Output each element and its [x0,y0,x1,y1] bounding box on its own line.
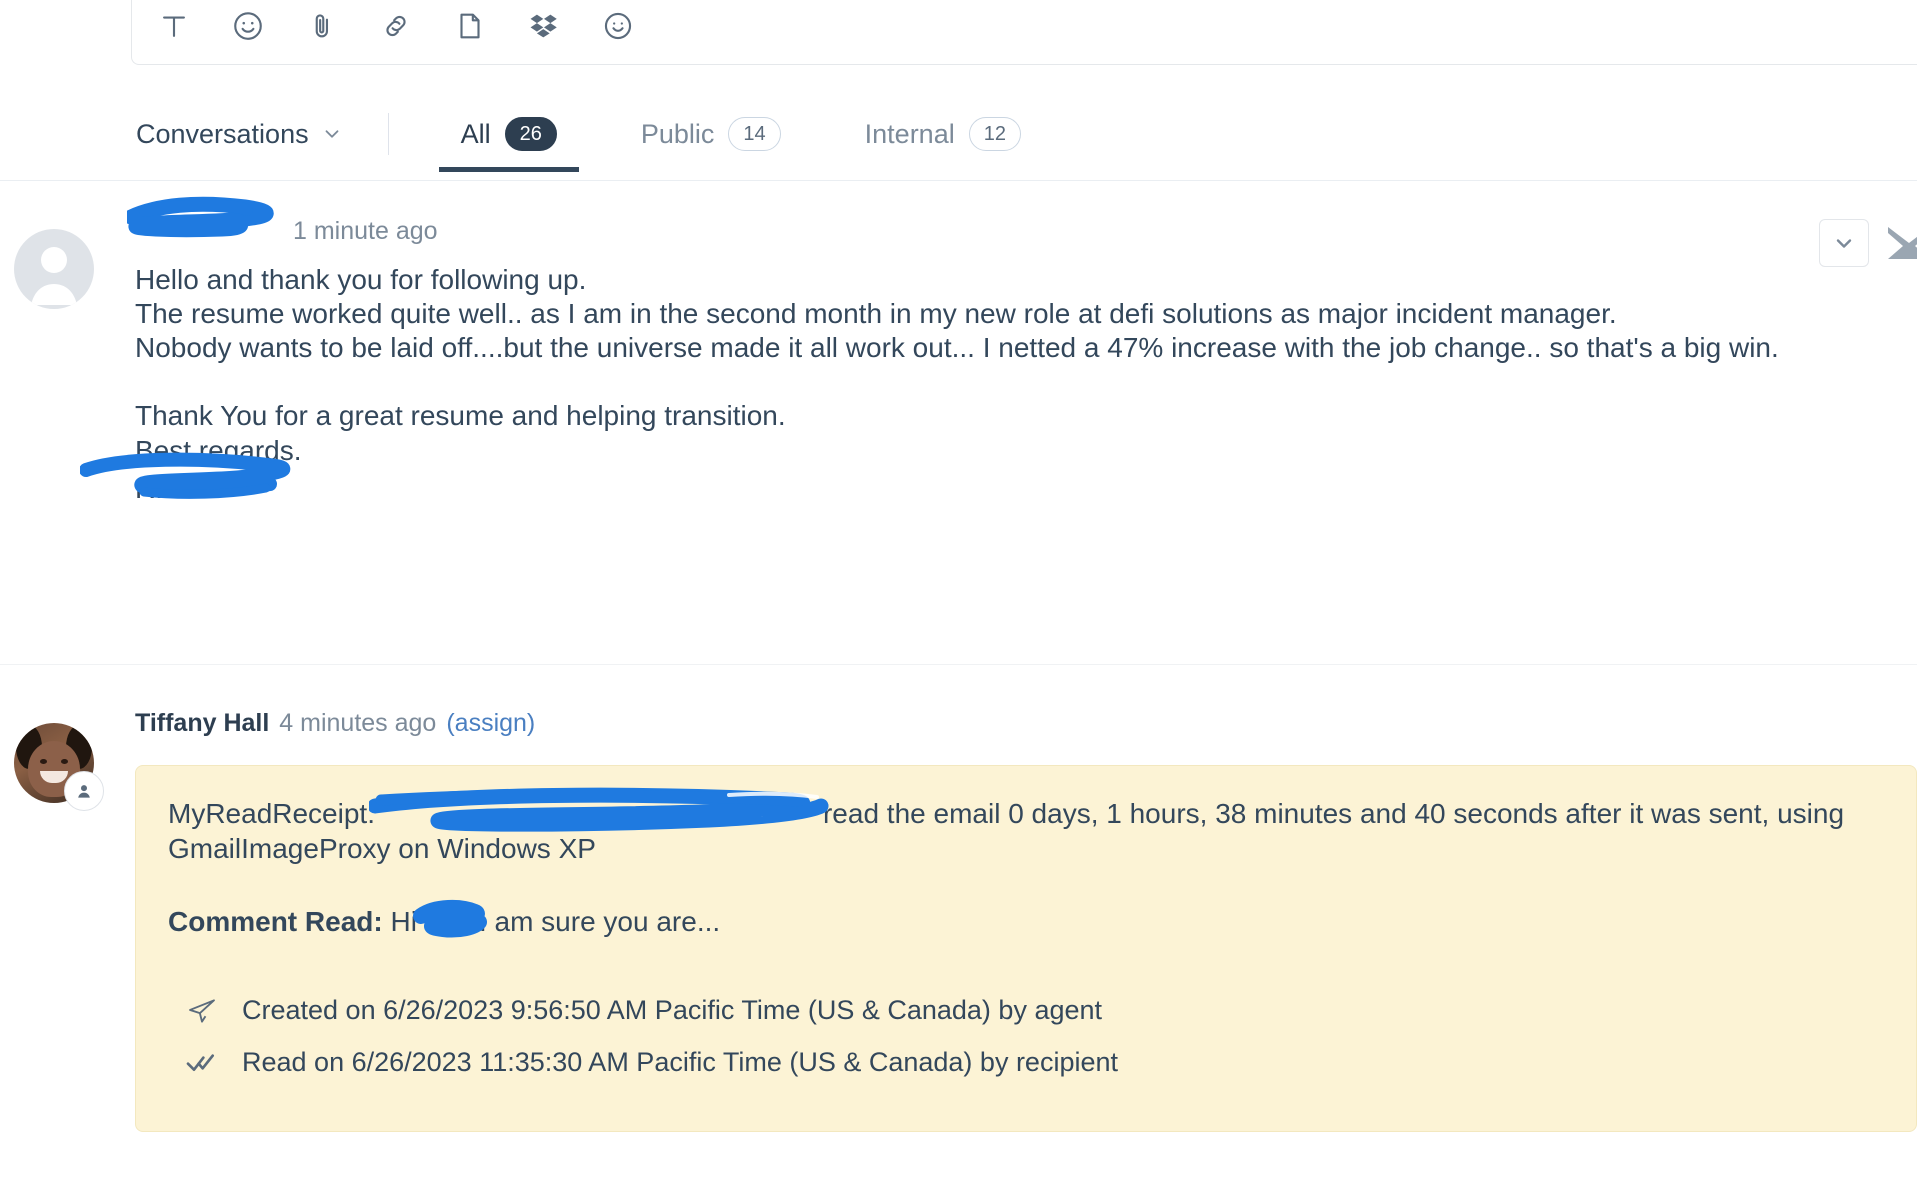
message-timestamp: 4 minutes ago [279,709,437,737]
message-line: Hello and thank you for following up. [135,264,587,295]
double-check-icon [184,1047,220,1079]
read-receipt-prefix: MyReadReceipt: [168,798,375,829]
attachment-icon[interactable] [298,2,346,50]
conversations-dropdown[interactable]: Conversations [136,118,343,149]
contact-badge-icon [64,771,104,811]
message-text: Hello and thank you for following up. Th… [80,263,1917,514]
redacted-author-name [127,196,283,239]
comment-read-suffix: I am sure you are... [478,906,721,937]
message-actions [1819,219,1917,267]
note-event-list: Created on 6/26/2023 9:56:50 AM Pacific … [168,985,1884,1089]
tabbar-divider [387,113,389,155]
document-icon[interactable] [446,2,494,50]
message-body: Tiffany Hall 4 minutes ago (assign) MyRe… [135,709,1917,1132]
internal-note: MyReadReceipt: read the email 0 days, 1 … [135,765,1917,1132]
dropbox-icon[interactable] [520,2,568,50]
assign-link[interactable]: (assign) [446,709,535,738]
tab-public-label: Public [640,118,715,149]
tab-all-label: All [460,118,491,149]
note-event-read: Read on 6/26/2023 11:35:30 AM Pacific Ti… [168,1037,1884,1089]
conversations-dropdown-label: Conversations [136,118,309,149]
tab-internal-count: 12 [968,117,1021,151]
message-body: 1 minute ago Hello and thank you for fol… [80,196,1917,514]
tab-public-count: 14 [728,117,781,151]
message-header: Tiffany Hall 4 minutes ago (assign) [135,709,1917,747]
editor-toolbar [131,0,1917,65]
tab-all-count: 26 [504,117,557,151]
tab-public[interactable]: Public 14 [619,88,803,181]
text-format-icon[interactable] [150,2,198,50]
generic-avatar-icon [14,229,94,309]
paper-plane-icon [184,995,220,1027]
envelope-icon[interactable] [1887,226,1917,260]
comment-read-prefix: Hi [390,906,417,937]
message-item: Tiffany Hall 4 minutes ago (assign) MyRe… [0,665,1917,1132]
message-line: Thank You for a great resume and helping… [135,400,786,432]
redacted-signature: R... [80,452,1917,514]
comment-read-line: Comment Read: Hi I am sure you are... [168,899,1884,939]
smiley-icon[interactable] [594,2,642,50]
redacted-contact-name [412,899,487,938]
tab-internal-label: Internal [864,118,955,149]
message-author: Tiffany Hall [135,709,270,737]
message-line: Nobody wants to be laid off....but the u… [135,332,1779,364]
emoji-icon[interactable] [224,2,272,50]
signature-text: R... [135,472,179,504]
tab-list: All 26 Public 14 Internal 12 [438,88,1083,181]
comment-read-label: Comment Read: [168,906,383,937]
message-timestamp: 1 minute ago [293,217,438,245]
note-event-text: Created on 6/26/2023 9:56:50 AM Pacific … [242,995,1103,1026]
note-event-created: Created on 6/26/2023 9:56:50 AM Pacific … [168,985,1884,1037]
chevron-down-icon [321,123,343,145]
message-item: 1 minute ago Hello and thank you for fol… [0,181,1917,665]
message-line: The resume worked quite well.. as I am i… [135,298,1617,330]
tab-internal[interactable]: Internal 12 [843,88,1043,181]
read-receipt-line: MyReadReceipt: read the email 0 days, 1 … [168,787,1884,866]
link-icon[interactable] [372,2,420,50]
redacted-recipient [368,787,829,832]
chevron-down-icon[interactable] [1819,219,1869,267]
conversation-thread: 1 minute ago Hello and thank you for fol… [0,181,1917,1132]
message-line: Best regards. [135,434,302,466]
conversation-tabbar: Conversations All 26 Public 14 Internal … [0,88,1917,181]
note-event-text: Read on 6/26/2023 11:35:30 AM Pacific Ti… [242,1047,1118,1078]
tab-all[interactable]: All 26 [438,88,580,181]
message-header: 1 minute ago [127,196,1917,247]
